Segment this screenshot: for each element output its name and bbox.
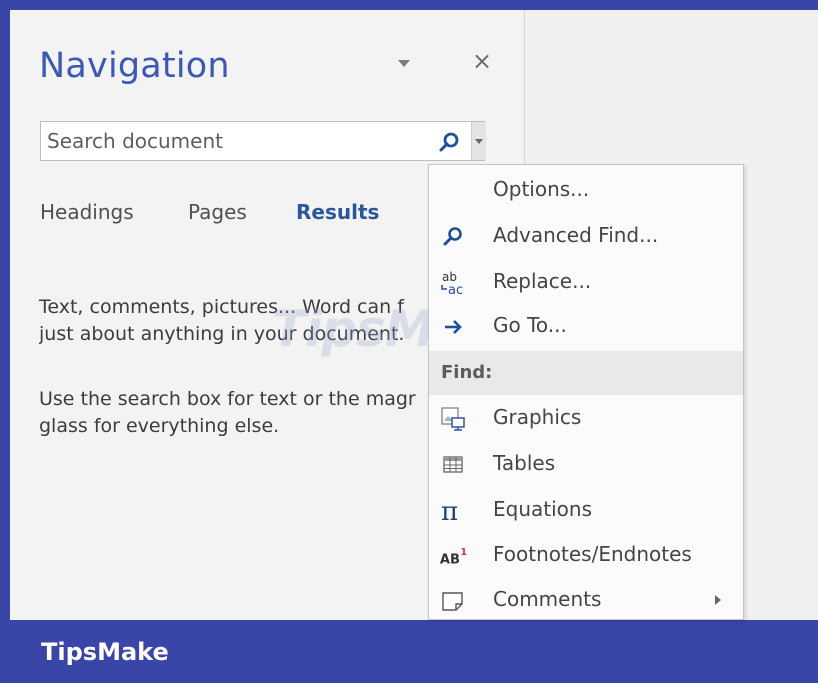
replace-icon: ab ac — [439, 269, 467, 297]
tab-headings[interactable]: Headings — [40, 200, 134, 224]
menu-label: Options... — [493, 177, 590, 201]
menu-item-options[interactable]: Options... — [429, 169, 743, 211]
menu-label: Replace... — [493, 269, 592, 293]
footnote-icon: AB 1 — [439, 542, 467, 570]
menu-item-go-to[interactable]: Go To... — [429, 305, 743, 347]
navigation-title: Navigation — [39, 46, 230, 86]
search-input[interactable] — [41, 122, 432, 160]
menu-item-advanced-find[interactable]: Advanced Find... — [429, 215, 743, 257]
close-icon[interactable]: × — [472, 49, 492, 73]
menu-item-footnotes-endnotes[interactable]: AB 1 Footnotes/Endnotes — [429, 534, 743, 576]
menu-label: Comments — [493, 587, 602, 611]
svg-text:π: π — [441, 497, 458, 525]
search-options-menu: Options... Advanced Find... ab ac Replac… — [428, 164, 744, 620]
pi-icon: π — [439, 497, 467, 525]
svg-text:ac: ac — [448, 283, 463, 297]
menu-item-tables[interactable]: Tables — [429, 443, 743, 485]
svg-text:AB: AB — [440, 552, 460, 567]
menu-label: Tables — [493, 451, 556, 475]
pane-options-chevron-down-icon[interactable] — [395, 54, 413, 72]
menu-label: Graphics — [493, 405, 582, 429]
tab-results[interactable]: Results — [296, 200, 379, 224]
menu-item-comments[interactable]: Comments — [429, 579, 743, 621]
menu-label: Equations — [493, 497, 592, 521]
menu-item-equations[interactable]: π Equations — [429, 489, 743, 531]
footer-bar: TipsMake — [0, 620, 818, 683]
search-options-dropdown-button[interactable] — [471, 122, 486, 160]
menu-item-replace[interactable]: ab ac Replace... — [429, 261, 743, 303]
menu-item-graphics[interactable]: Graphics — [429, 397, 743, 439]
find-section-label: Find: — [441, 362, 493, 383]
menu-label: Go To... — [493, 313, 567, 337]
svg-text:1: 1 — [460, 547, 467, 558]
svg-text:ab: ab — [442, 270, 457, 284]
find-section-header: Find: — [429, 351, 743, 395]
graphics-icon — [439, 405, 467, 433]
comment-icon — [439, 587, 467, 615]
search-icon — [439, 223, 467, 251]
table-icon — [439, 451, 467, 479]
search-icon[interactable] — [438, 130, 462, 154]
menu-label: Footnotes/Endnotes — [493, 542, 692, 566]
tab-pages[interactable]: Pages — [188, 200, 247, 224]
submenu-arrow-icon — [713, 592, 723, 606]
menu-label: Advanced Find... — [493, 223, 659, 247]
brand-logo-text: TipsMake — [41, 638, 169, 666]
search-box — [40, 121, 486, 161]
arrow-right-icon — [439, 313, 467, 341]
